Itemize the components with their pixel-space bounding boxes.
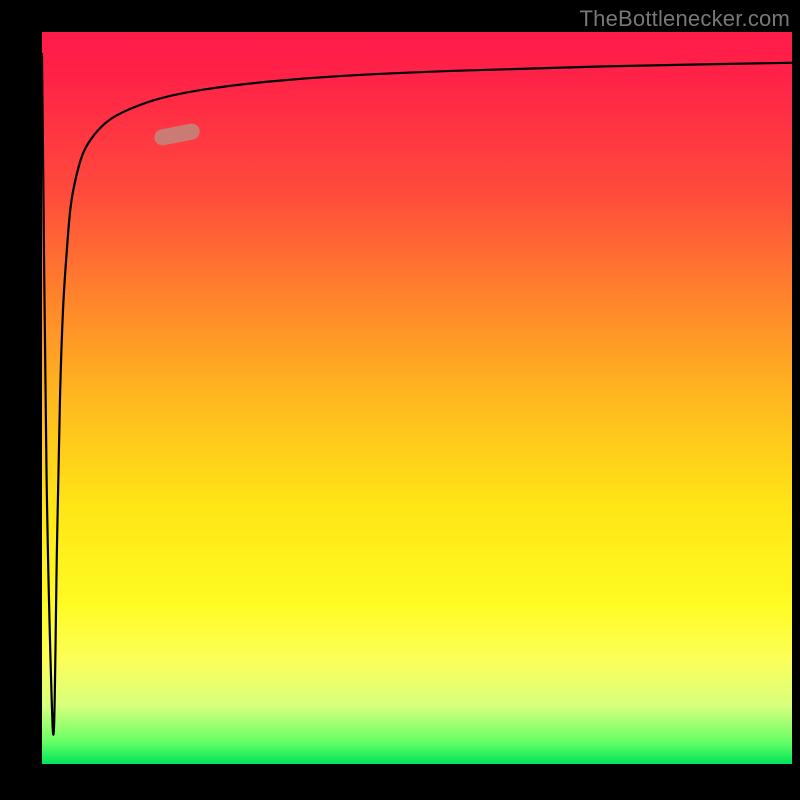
chart-container bbox=[0, 0, 800, 800]
curve-marker bbox=[153, 122, 201, 147]
curve-layer bbox=[42, 32, 792, 764]
plot-area bbox=[42, 32, 792, 764]
watermark-text: TheBottlenecker.com bbox=[580, 6, 790, 32]
bottleneck-curve bbox=[42, 54, 792, 735]
